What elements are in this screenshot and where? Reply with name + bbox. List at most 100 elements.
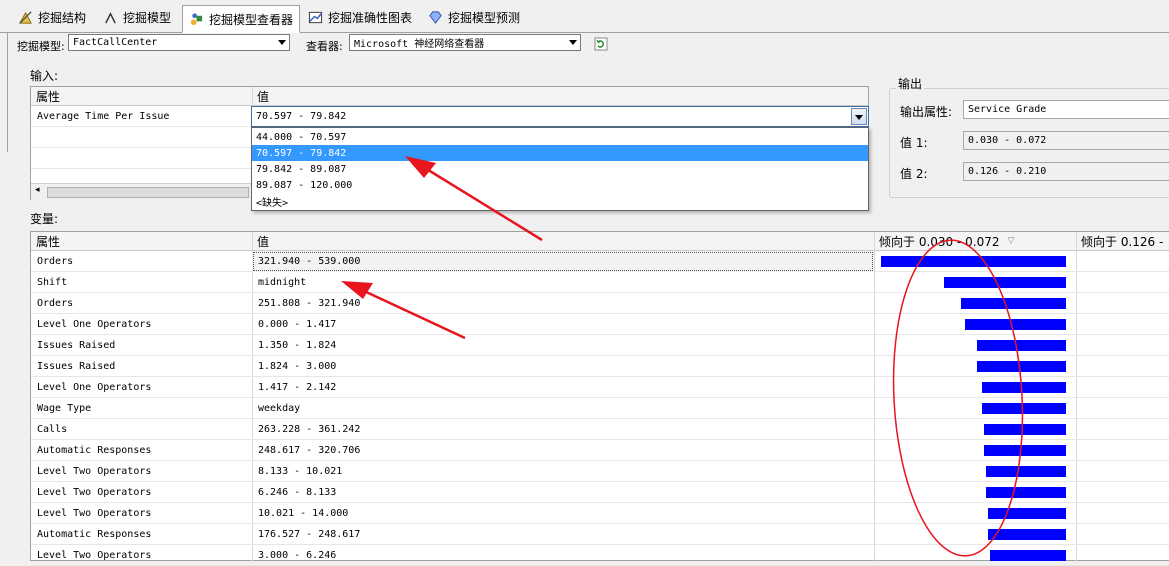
variable-row[interactable]: Calls 263.228 - 361.242 [31,419,1169,440]
variable-value-cell: 6.246 - 8.133 [258,487,337,498]
variable-value-cell: weekday [258,403,301,414]
favors-bar [988,508,1066,519]
chart-icon [308,11,323,23]
favors-bar [961,298,1066,309]
variable-row[interactable]: Orders 251.808 - 321.940 [31,293,1169,314]
variable-value-cell: 1.417 - 2.142 [258,382,337,393]
tab-bar: 挖掘结构 挖掘模型 挖掘模型查看器 挖掘准确性图表 挖掘模型预测 [0,0,1169,33]
variable-attr-cell: Issues Raised [37,361,116,372]
horizontal-scrollbar[interactable]: ◂ [31,183,252,200]
favors-bar [986,466,1066,477]
refresh-icon[interactable] [594,37,608,51]
input-col-value: 值 [252,87,868,106]
dropdown-option[interactable]: 89.087 - 120.000 [252,177,868,193]
favors-bar [881,256,1066,267]
splitter [7,32,8,152]
variable-row[interactable]: Level One Operators 0.000 - 1.417 [31,314,1169,335]
variable-row[interactable]: Level Two Operators 3.000 - 6.246 [31,545,1169,566]
tab-model-prediction[interactable]: 挖掘模型预测 [422,6,526,28]
model-select[interactable]: FactCallCenter [68,34,290,51]
variable-attr-cell: Level One Operators [37,382,152,393]
chevron-down-icon [855,115,863,120]
variable-attr-cell: Automatic Responses [37,529,152,540]
variable-value-cell: 3.000 - 6.246 [258,550,337,561]
variable-row[interactable]: Wage Type weekday [31,398,1169,419]
output-attr-label: 输出属性: [900,105,953,119]
input-section-label: 输入: [30,69,59,83]
variable-attr-cell: Calls [37,424,68,435]
value-dropdown-list[interactable]: 44.000 - 70.597 70.597 - 79.842 79.842 -… [251,127,869,211]
variable-attr-cell: Level Two Operators [37,466,152,477]
variable-row[interactable]: Issues Raised 1.350 - 1.824 [31,335,1169,356]
structure-icon [19,10,32,24]
variable-value-cell: 10.021 - 14.000 [258,508,349,519]
prediction-icon [429,10,442,24]
variable-attr-cell: Shift [37,277,68,288]
chevron-down-icon [278,40,286,45]
chevron-left-icon[interactable]: ◂ [35,185,40,195]
variable-row[interactable]: Orders 321.940 - 539.000 [31,251,1169,272]
favors-bar [984,445,1066,456]
input-value-combo[interactable]: 70.597 - 79.842 [251,106,869,127]
variable-value-cell: 263.228 - 361.242 [258,424,361,435]
tab-mining-models[interactable]: 挖掘模型 [97,6,177,28]
variables-col-attribute[interactable]: 属性 [31,232,252,251]
variable-attr-cell: Level Two Operators [37,550,152,561]
tab-accuracy-chart[interactable]: 挖掘准确性图表 [302,6,418,28]
value1-label: 值 1: [900,136,928,150]
output-section-label: 输出 [896,75,925,92]
variable-row[interactable]: Level Two Operators 8.133 - 10.021 [31,461,1169,482]
variable-row[interactable]: Level One Operators 1.417 - 2.142 [31,377,1169,398]
dropdown-option[interactable]: 44.000 - 70.597 [252,129,868,145]
model-icon [105,11,116,23]
variable-value-cell: 248.617 - 320.706 [258,445,361,456]
variables-col-value[interactable]: 值 [252,232,874,251]
viewer-label: 查看器: [306,40,343,53]
variable-attr-cell: Level One Operators [37,319,152,330]
variable-attr-cell: Level Two Operators [37,487,152,498]
dropdown-button[interactable] [851,108,867,125]
variable-row[interactable]: Level Two Operators 10.021 - 14.000 [31,503,1169,524]
variable-row[interactable]: Shift midnight [31,272,1169,293]
favors-bar [984,424,1066,435]
sort-desc-icon: ▽ [1007,236,1015,246]
favors-bar [965,319,1066,330]
variable-value-cell: 8.133 - 10.021 [258,466,343,477]
variable-row[interactable]: Level Two Operators 6.246 - 8.133 [31,482,1169,503]
scrollbar-thumb[interactable] [47,187,249,198]
favors-bar [988,529,1066,540]
variable-value-cell: 1.824 - 3.000 [258,361,337,372]
favors-bar [977,361,1066,372]
variable-attr-cell: Level Two Operators [37,508,152,519]
variable-value-cell: midnight [258,277,307,288]
favors-bar [982,403,1066,414]
variable-row[interactable]: Issues Raised 1.824 - 3.000 [31,356,1169,377]
variable-attr-cell: Orders [37,256,74,267]
value1-select[interactable]: 0.030 - 0.072 [963,131,1169,150]
dropdown-option[interactable]: <缺失> [252,193,868,209]
chevron-down-icon [569,40,577,45]
variable-value-cell: 321.940 - 539.000 [252,251,874,272]
viewer-select[interactable]: Microsoft 神经网络查看器 [349,34,581,51]
favors-bar [977,340,1066,351]
variables-col-favors-value1[interactable]: 倾向于 0.030 - 0.072 ▽ [874,232,1076,251]
input-attr-cell: Average Time Per Issue [37,111,170,122]
variable-value-cell: 1.350 - 1.824 [258,340,337,351]
value2-select[interactable]: 0.126 - 0.210 [963,162,1169,181]
output-attr-select[interactable]: Service Grade [963,100,1169,119]
variables-section-label: 变量: [30,212,59,226]
variable-attr-cell: Orders [37,298,74,309]
tab-mining-structure[interactable]: 挖掘结构 [12,6,92,28]
variable-value-cell: 0.000 - 1.417 [258,319,337,330]
variables-col-favors-value2[interactable]: 倾向于 0.126 - [1076,232,1169,251]
variables-grid: 属性 值 倾向于 0.030 - 0.072 ▽ 倾向于 0.126 - Ord… [30,231,1169,566]
variable-attr-cell: Wage Type [37,403,92,414]
variable-row[interactable]: Automatic Responses 248.617 - 320.706 [31,440,1169,461]
variable-row[interactable]: Automatic Responses 176.527 - 248.617 [31,524,1169,545]
tab-mining-model-viewer[interactable]: 挖掘模型查看器 [182,5,301,33]
model-label: 挖掘模型: [17,40,65,53]
dropdown-option[interactable]: 79.842 - 89.087 [252,161,868,177]
dropdown-option-selected[interactable]: 70.597 - 79.842 [252,145,868,161]
viewer-icon [190,12,203,25]
variable-attr-cell: Issues Raised [37,340,116,351]
